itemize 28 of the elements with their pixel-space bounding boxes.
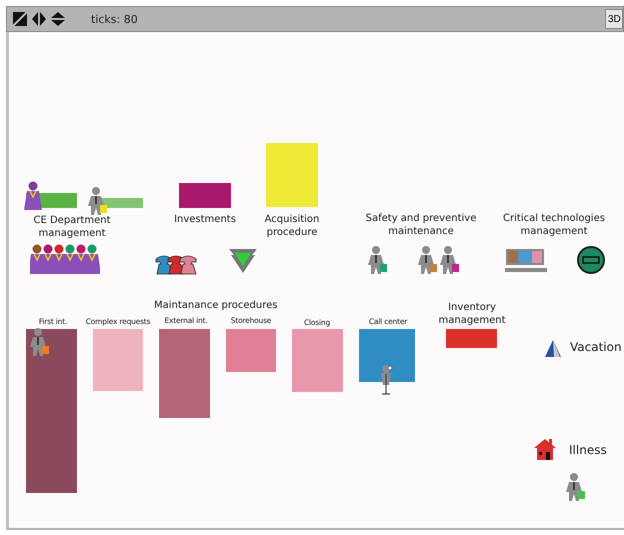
area-label: Inventory management xyxy=(438,301,506,327)
tick-counter: ticks: 80 xyxy=(91,12,138,26)
person-icon xyxy=(24,181,42,211)
person-icon xyxy=(566,472,586,502)
legend-label: Illness xyxy=(569,443,607,457)
circle-icon xyxy=(577,246,605,274)
area-label: Acquisition procedure xyxy=(264,213,320,239)
vertical-arrows-icon[interactable] xyxy=(50,11,66,27)
person-icon xyxy=(440,245,460,275)
tent-icon xyxy=(545,340,561,358)
area-label: Safety and preventive maintenance xyxy=(364,212,478,238)
computer-icon xyxy=(505,249,547,273)
area-label: Critical technologies management xyxy=(502,212,606,238)
operator-figure-icon xyxy=(379,364,393,396)
area-label: Investments xyxy=(173,213,237,226)
person-icon xyxy=(30,327,50,357)
3d-view-button[interactable]: 3D xyxy=(605,9,623,29)
area-label: CE Department management xyxy=(32,214,112,240)
person-icon xyxy=(368,245,388,275)
horizontal-arrows-icon[interactable] xyxy=(31,11,47,27)
people-group-drawing xyxy=(30,244,100,276)
person-icon xyxy=(88,186,108,216)
triangle-icon xyxy=(229,249,257,273)
person-icon xyxy=(418,245,438,275)
resize-icon[interactable] xyxy=(12,11,28,27)
house-icon xyxy=(534,438,556,460)
section-heading: Maintanance procedures xyxy=(154,300,278,311)
legend-label: Vacation xyxy=(570,340,622,354)
